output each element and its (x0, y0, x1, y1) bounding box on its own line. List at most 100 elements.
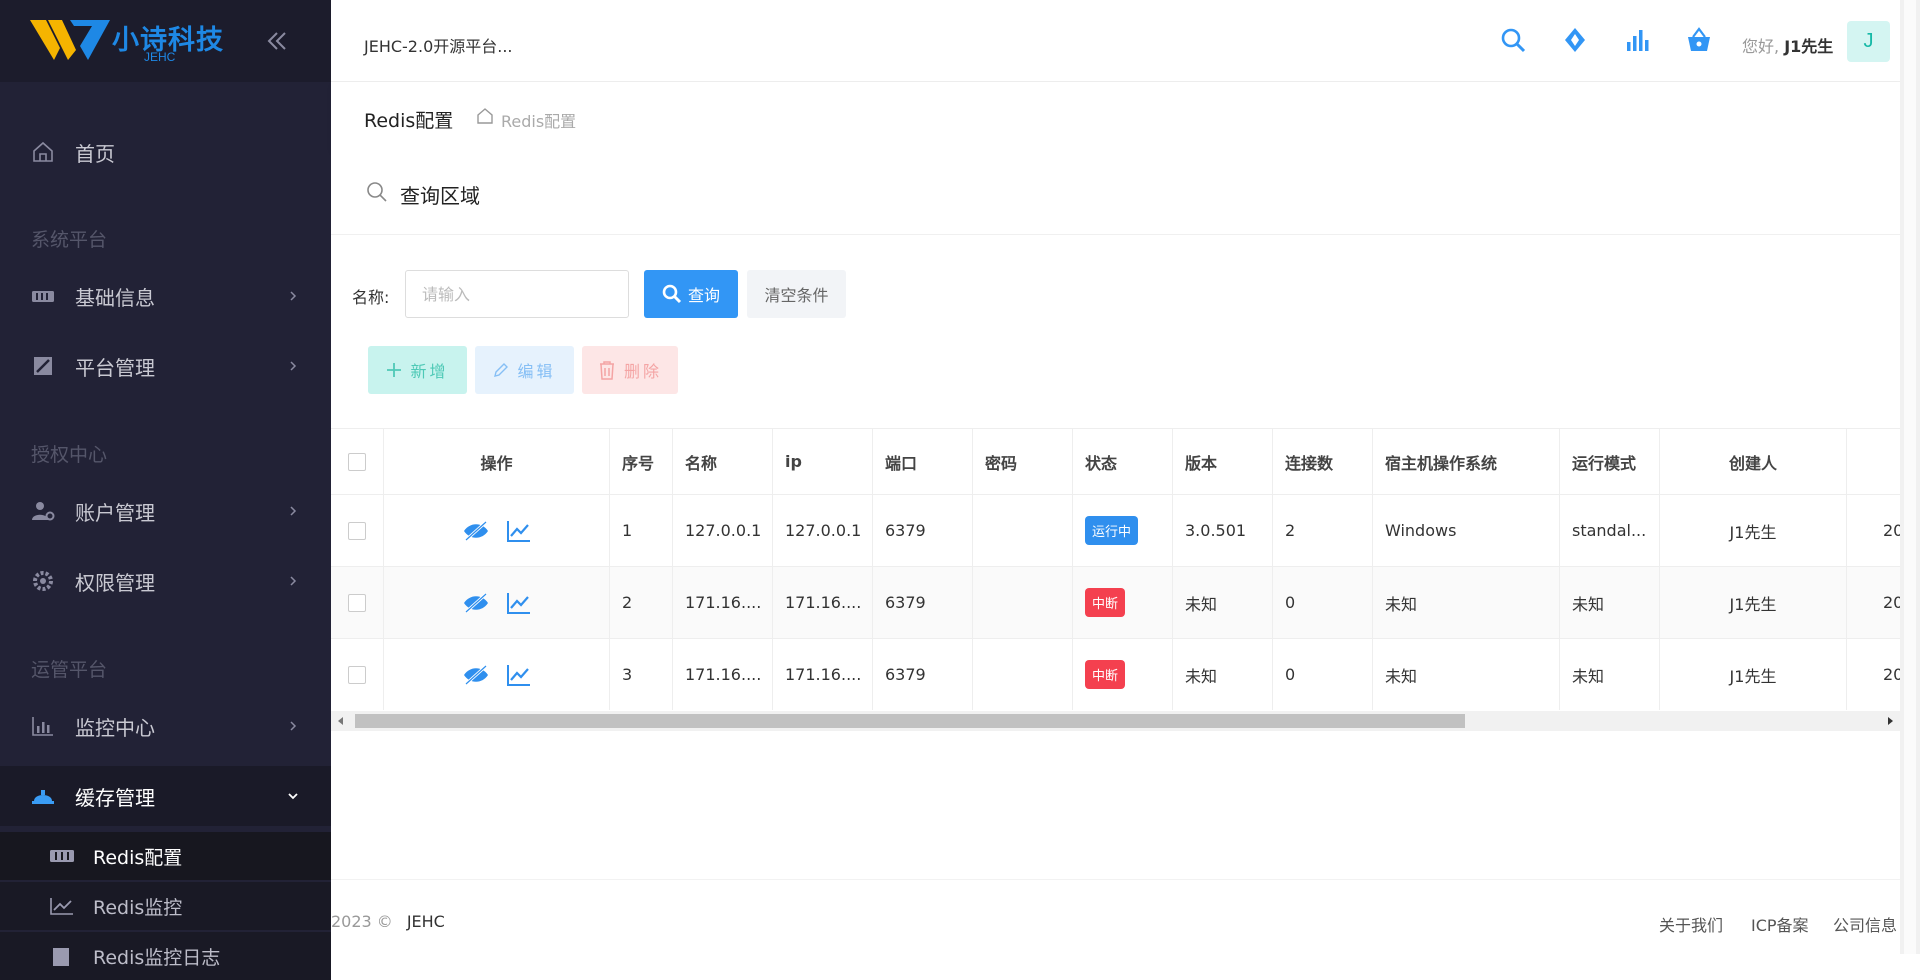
cell-password (973, 567, 1073, 638)
table-horizontal-scrollbar[interactable] (331, 711, 1900, 731)
cell-creator: J1先生 (1660, 495, 1847, 566)
line-chart-icon[interactable] (506, 663, 532, 687)
eye-slash-icon[interactable] (462, 664, 490, 686)
header-cell: 操作 (384, 429, 610, 494)
sidebar-subitem-redis-config[interactable]: Redis配置 (0, 832, 331, 880)
cell-creator: J1先生 (1660, 567, 1847, 638)
delete-button[interactable]: 删除 (582, 346, 678, 394)
sidebar-item-label: 首页 (75, 141, 115, 166)
row-checkbox[interactable] (348, 665, 366, 684)
sidebar-subitem-redis-log[interactable]: Redis监控日志 (0, 932, 331, 980)
cell-extra: 20 (1883, 521, 1900, 540)
username: J1先生 (1784, 37, 1834, 56)
row-checkbox[interactable] (348, 521, 366, 540)
app-title[interactable]: JEHC-2.0开源平台... (364, 33, 513, 57)
collapse-sidebar-icon[interactable] (264, 28, 290, 54)
sidebar-item-platform[interactable]: 平台管理 (0, 336, 331, 396)
table-row[interactable]: 1 127.0.0.1 127.0.0.1 6379 运行中 3.0.501 2… (331, 495, 1900, 567)
footer-link-about[interactable]: 关于我们 (1659, 912, 1723, 936)
sidebar-item-home[interactable]: 首页 (0, 122, 331, 182)
footer-brand[interactable]: JEHC (407, 912, 445, 931)
header-cell: ip (773, 429, 873, 494)
name-search-input[interactable] (405, 270, 629, 318)
table-row[interactable]: 2 171.16.... 171.16.... 6379 中断 未知 0 未知 … (331, 567, 1900, 639)
cell-ip: 127.0.0.1 (773, 495, 873, 566)
search-icon (662, 284, 682, 304)
diamond-icon[interactable] (1561, 26, 1589, 54)
cell-index: 1 (610, 495, 673, 566)
footer-link-company[interactable]: 公司信息 (1833, 912, 1897, 936)
sidebar-subitem-redis-monitor[interactable]: Redis监控 (0, 882, 331, 930)
chevron-down-icon (288, 793, 298, 800)
cell-os: 未知 (1373, 567, 1560, 638)
cell-name: 171.16.... (673, 567, 773, 638)
cell-os: Windows (1373, 495, 1560, 566)
delete-button-label: 删除 (623, 362, 662, 381)
bar-chart-icon (32, 717, 53, 736)
basket-icon[interactable] (1685, 26, 1713, 54)
pencil-icon (494, 363, 509, 377)
redis-config-table: 操作 序号 名称 ip 端口 密码 状态 版本 连接数 宿主机操作系统 运行模式… (331, 428, 1900, 710)
sidebar-item-label: 基础信息 (75, 285, 155, 310)
plus-icon (387, 363, 402, 377)
cell-connections: 0 (1273, 567, 1373, 638)
brand-logo-icon (30, 20, 110, 60)
cell-status: 运行中 (1073, 495, 1173, 566)
scrollbar-thumb[interactable] (355, 714, 1465, 728)
sidebar-item-basic-info[interactable]: 基础信息 (0, 266, 331, 326)
header-cell: 名称 (673, 429, 773, 494)
cell-name: 171.16.... (673, 639, 773, 710)
cell-status: 中断 (1073, 639, 1173, 710)
idcard-icon (32, 291, 54, 302)
copyright: 2023 © JEHC (331, 912, 445, 931)
header-cell: 宿主机操作系统 (1373, 429, 1560, 494)
add-button[interactable]: 新增 (368, 346, 467, 394)
brand-sub: JEHC (144, 50, 176, 64)
breadcrumb-link[interactable]: Redis配置 (501, 108, 576, 132)
sidebar-item-label: 缓存管理 (75, 785, 155, 810)
eye-slash-icon[interactable] (462, 592, 490, 614)
home-icon[interactable] (476, 107, 494, 125)
chevron-right-icon (290, 291, 297, 301)
scroll-right-arrow-icon[interactable] (1886, 716, 1894, 726)
breadcrumb: Redis配置 Redis配置 (331, 82, 1900, 150)
page-title: Redis配置 (364, 110, 454, 132)
scroll-left-arrow-icon[interactable] (337, 716, 345, 726)
name-label: 名称: (352, 288, 390, 307)
search-icon[interactable] (1499, 26, 1527, 54)
cell-version: 未知 (1173, 567, 1273, 638)
page-vertical-scrollbar[interactable] (1900, 0, 1920, 954)
line-chart-icon[interactable] (506, 591, 532, 615)
edit-button[interactable]: 编辑 (475, 346, 574, 394)
sidebar-item-cache[interactable]: 缓存管理 (0, 766, 331, 826)
cell-port: 6379 (873, 639, 973, 710)
sidebar-subitem-label: Redis配置 (93, 846, 183, 869)
select-all-checkbox[interactable] (348, 452, 366, 471)
clear-button[interactable]: 清空条件 (747, 270, 846, 318)
chart-icon[interactable] (1623, 26, 1651, 54)
footer-link-icp[interactable]: ICP备案 (1751, 912, 1809, 936)
row-ops-cell (384, 639, 610, 710)
cell-mode: standal... (1560, 495, 1660, 566)
avatar[interactable]: J (1847, 21, 1890, 62)
table-row[interactable]: 3 171.16.... 171.16.... 6379 中断 未知 0 未知 … (331, 639, 1900, 710)
sidebar-item-account[interactable]: 账户管理 (0, 481, 331, 541)
sidebar-item-permission[interactable]: 权限管理 (0, 551, 331, 611)
status-badge: 中断 (1085, 660, 1126, 689)
sidebar-item-monitor[interactable]: 监控中心 (0, 696, 331, 756)
cell-status: 中断 (1073, 567, 1173, 638)
query-button[interactable]: 查询 (644, 270, 738, 318)
page-scrollbar-thumb[interactable] (1904, 0, 1916, 954)
cell-version: 未知 (1173, 639, 1273, 710)
eye-slash-icon[interactable] (462, 520, 490, 542)
header-cell: 序号 (610, 429, 673, 494)
line-chart-icon[interactable] (506, 519, 532, 543)
doc-icon (53, 948, 69, 966)
cell-index: 3 (610, 639, 673, 710)
row-checkbox[interactable] (348, 593, 366, 612)
helmet-icon (32, 790, 54, 804)
line-chart-icon (50, 898, 73, 915)
footer: 2023 © JEHC 关于我们 ICP备案 公司信息 (331, 879, 1900, 954)
cell-password (973, 495, 1073, 566)
nav-group-auth: 授权中心 (31, 444, 108, 466)
